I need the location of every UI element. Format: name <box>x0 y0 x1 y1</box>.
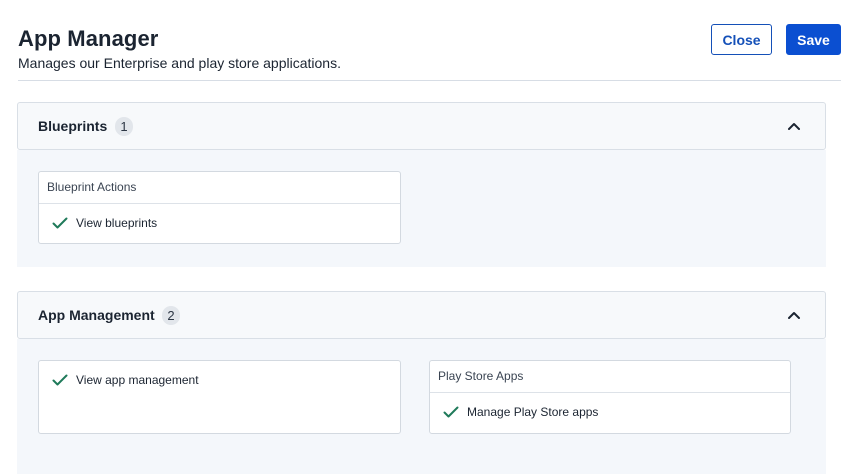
page-title: App Manager <box>18 26 159 51</box>
page-header: App Manager Manages our Enterprise and p… <box>18 24 841 81</box>
check-icon <box>52 217 68 229</box>
count-badge: 2 <box>162 306 180 325</box>
chevron-up-icon[interactable] <box>787 121 801 131</box>
check-icon <box>443 406 459 418</box>
section-body-app-management: View app management Play Store Apps Mana… <box>17 339 826 474</box>
check-icon <box>52 374 68 386</box>
card-heading: Play Store Apps <box>430 361 790 393</box>
permission-label: Manage Play Store apps <box>467 405 599 419</box>
permission-label: View blueprints <box>76 216 158 230</box>
section-body-blueprints: Blueprint Actions View blueprints <box>17 150 826 267</box>
permission-row: View blueprints <box>39 204 400 242</box>
permission-card: Blueprint Actions View blueprints <box>38 171 401 244</box>
section-header-app-management[interactable]: App Management 2 <box>17 291 826 339</box>
section-title: App Management <box>38 307 155 323</box>
chevron-up-icon[interactable] <box>787 310 801 320</box>
close-button[interactable]: Close <box>711 24 772 55</box>
permission-card: View app management <box>38 360 401 434</box>
count-badge: 1 <box>115 117 133 136</box>
page-subtitle: Manages our Enterprise and play store ap… <box>18 55 341 71</box>
permission-row: Manage Play Store apps <box>430 393 790 431</box>
permission-label: View app management <box>76 373 199 387</box>
card-heading: Blueprint Actions <box>39 172 400 204</box>
permission-card: Play Store Apps Manage Play Store apps <box>429 360 791 434</box>
section-header-blueprints[interactable]: Blueprints 1 <box>17 102 826 150</box>
section-title: Blueprints <box>38 118 108 134</box>
permission-row: View app management <box>39 361 400 399</box>
save-button[interactable]: Save <box>786 24 841 55</box>
